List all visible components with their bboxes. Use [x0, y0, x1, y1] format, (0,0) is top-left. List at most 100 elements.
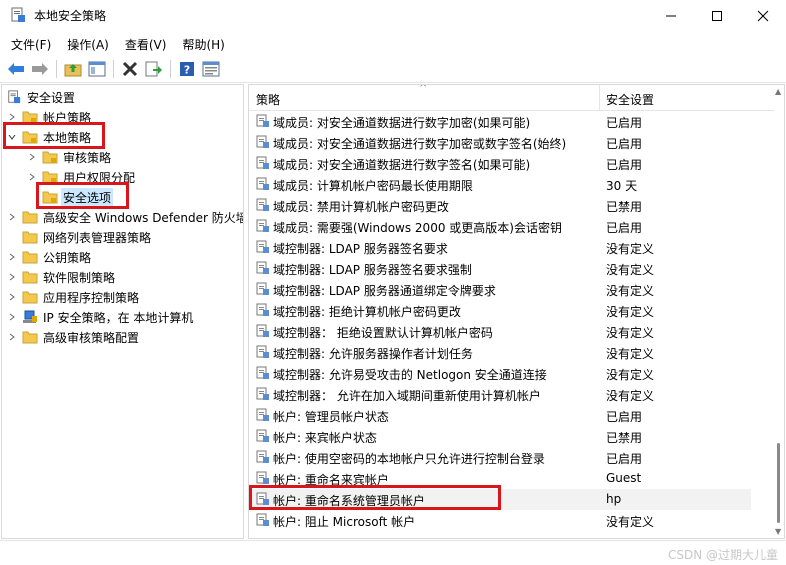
scroll-down-icon[interactable]: ▼	[775, 527, 781, 536]
policy-item-icon	[256, 177, 269, 190]
tree-item-ip-security-policies[interactable]: IP 安全策略，在 本地计算机	[6, 307, 195, 327]
help-button[interactable]: ?	[175, 58, 198, 80]
tree-label: IP 安全策略，在 本地计算机	[43, 310, 194, 325]
up-one-level-button[interactable]	[61, 58, 84, 80]
policy-item-icon	[256, 513, 269, 526]
policy-name: 域控制器： 拒绝设置默认计算机帐户密码	[273, 326, 493, 340]
tree-item-network-list-manager[interactable]: 网络列表管理器策略	[22, 227, 153, 247]
policy-item-icon	[256, 219, 269, 232]
annotation-box-rename-admin	[249, 485, 501, 510]
policy-name: 域成员: 计算机帐户密码最长使用期限	[273, 179, 473, 193]
policy-item-icon	[256, 324, 269, 337]
delete-icon	[122, 61, 137, 76]
tree-item-public-key-policies[interactable]: 公钥策略	[6, 247, 93, 267]
policy-item-icon	[256, 408, 269, 421]
folder-icon	[22, 331, 38, 344]
policy-item-icon	[256, 198, 269, 211]
policy-item-icon	[256, 156, 269, 169]
chevron-right-icon[interactable]	[6, 311, 18, 323]
menu-bar: 文件(F) 操作(A) 查看(V) 帮助(H)	[0, 31, 786, 55]
annotation-box-local-policies	[3, 122, 105, 149]
close-icon	[757, 10, 769, 21]
table-row[interactable]: 域成员: 对安全通道数据进行数字加密(如果可能) 已启用	[249, 111, 751, 132]
table-row[interactable]: 域成员: 对安全通道数据进行数字加密或数字签名(始终) 已启用	[249, 132, 751, 153]
properties-icon	[202, 61, 219, 76]
table-row[interactable]: 域控制器： 允许在加入域期间重新使用计算机帐户 没有定义	[249, 384, 751, 405]
table-row[interactable]: 域控制器: 允许服务器操作者计划任务 没有定义	[249, 342, 751, 363]
folder-icon	[22, 251, 38, 264]
tree-label: 高级审核策略配置	[43, 330, 140, 345]
security-setting-value: 没有定义	[606, 389, 655, 403]
security-setting-value: 已启用	[606, 410, 643, 424]
list-header: ^ 策略 安全设置	[249, 85, 775, 111]
close-button[interactable]	[740, 0, 786, 31]
policy-list: ^ 策略 安全设置 域成员: 对安全通道数据进行数字加密(如果可能) 已启用 域成员…	[248, 84, 785, 539]
tree-root-security-settings[interactable]: 安全设置	[6, 87, 77, 107]
menu-view[interactable]: 查看(V)	[120, 31, 172, 55]
vertical-scrollbar[interactable]: ▲ ▼	[774, 85, 784, 538]
table-row[interactable]: 域成员: 需要强(Windows 2000 或更高版本)会话密钥 已启用	[249, 216, 751, 237]
policy-item-icon	[256, 345, 269, 358]
delete-button[interactable]	[118, 58, 141, 80]
tree-item-advanced-audit-policy[interactable]: 高级审核策略配置	[6, 327, 141, 347]
security-setting-value: 没有定义	[606, 326, 655, 340]
scroll-up-icon[interactable]: ▲	[775, 87, 781, 96]
title-bar: 本地安全策略	[0, 0, 786, 31]
forward-button[interactable]	[28, 58, 51, 80]
table-row[interactable]: 域成员: 对安全通道数据进行数字签名(如果可能) 已启用	[249, 153, 751, 174]
minimize-button[interactable]	[648, 0, 694, 31]
chevron-right-icon[interactable]	[6, 251, 18, 263]
table-row[interactable]: 域控制器: 允许易受攻击的 Netlogon 安全通道连接 没有定义	[249, 363, 751, 384]
tree-item-audit-policy[interactable]: 审核策略	[26, 147, 113, 167]
table-row[interactable]: 域控制器: 拒绝计算机帐户密码更改 没有定义	[249, 300, 751, 321]
tree-item-windows-defender-firewall[interactable]: 高级安全 Windows Defender 防火墙	[6, 207, 243, 227]
table-row[interactable]: 域成员: 禁用计算机帐户密码更改 已禁用	[249, 195, 751, 216]
forward-arrow-icon	[31, 62, 48, 75]
table-row[interactable]: 域控制器: LDAP 服务器签名要求强制 没有定义	[249, 258, 751, 279]
scrollbar-thumb[interactable]	[777, 443, 780, 523]
tree-item-application-control[interactable]: 应用程序控制策略	[6, 287, 141, 307]
export-list-button[interactable]	[142, 58, 165, 80]
chevron-right-icon[interactable]	[6, 211, 18, 223]
policy-name: 域控制器： 允许在加入域期间重新使用计算机帐户	[273, 389, 541, 403]
tree-item-software-restriction[interactable]: 软件限制策略	[6, 267, 117, 287]
column-divider[interactable]	[599, 85, 600, 111]
policy-name: 域控制器: LDAP 服务器签名要求强制	[273, 263, 472, 277]
maximize-button[interactable]	[694, 0, 740, 31]
column-header-setting[interactable]: 安全设置	[606, 91, 654, 108]
security-setting-value: 没有定义	[606, 242, 655, 256]
table-row[interactable]: 帐户: 阻止 Microsoft 帐户 没有定义	[249, 510, 751, 531]
chevron-right-icon[interactable]	[6, 331, 18, 343]
back-button[interactable]	[4, 58, 27, 80]
policy-item-icon	[256, 135, 269, 148]
table-row[interactable]: 域控制器： 拒绝设置默认计算机帐户密码 没有定义	[249, 321, 751, 342]
table-row[interactable]: 帐户: 来宾帐户状态 已禁用	[249, 426, 751, 447]
chevron-right-icon[interactable]	[26, 151, 38, 163]
table-row[interactable]: 域成员: 计算机帐户密码最长使用期限 30 天	[249, 174, 751, 195]
chevron-right-icon[interactable]	[6, 291, 18, 303]
folder-icon	[22, 271, 38, 284]
chevron-right-icon[interactable]	[6, 271, 18, 283]
security-setting-value: 没有定义	[606, 284, 655, 298]
policy-name: 域成员: 需要强(Windows 2000 或更高版本)会话密钥	[273, 221, 562, 235]
security-setting-value: 已启用	[606, 116, 643, 130]
show-hide-console-tree-button[interactable]	[85, 58, 108, 80]
menu-file[interactable]: 文件(F)	[6, 31, 56, 55]
table-row[interactable]: 域控制器: LDAP 服务器签名要求 没有定义	[249, 237, 751, 258]
table-row[interactable]: 帐户: 管理员帐户状态 已启用	[249, 405, 751, 426]
window-title: 本地安全策略	[34, 9, 107, 23]
menu-help[interactable]: 帮助(H)	[177, 31, 229, 55]
menu-action[interactable]: 操作(A)	[62, 31, 114, 55]
policy-item-icon	[256, 114, 269, 127]
policy-item-icon	[256, 471, 269, 484]
toolbar-separator	[170, 59, 171, 78]
security-setting-value: Guest	[606, 471, 642, 485]
toolbar: ?	[0, 55, 786, 83]
table-row[interactable]: 域控制器: LDAP 服务器通道绑定令牌要求 没有定义	[249, 279, 751, 300]
table-row[interactable]: 帐户: 使用空密码的本地帐户只允许进行控制台登录 已启用	[249, 447, 751, 468]
column-header-policy[interactable]: 策略	[256, 91, 280, 108]
policy-name: 域控制器: LDAP 服务器签名要求	[273, 242, 448, 256]
minimize-icon	[666, 15, 676, 16]
properties-button[interactable]	[199, 58, 222, 80]
security-setting-value: 已禁用	[606, 431, 643, 445]
